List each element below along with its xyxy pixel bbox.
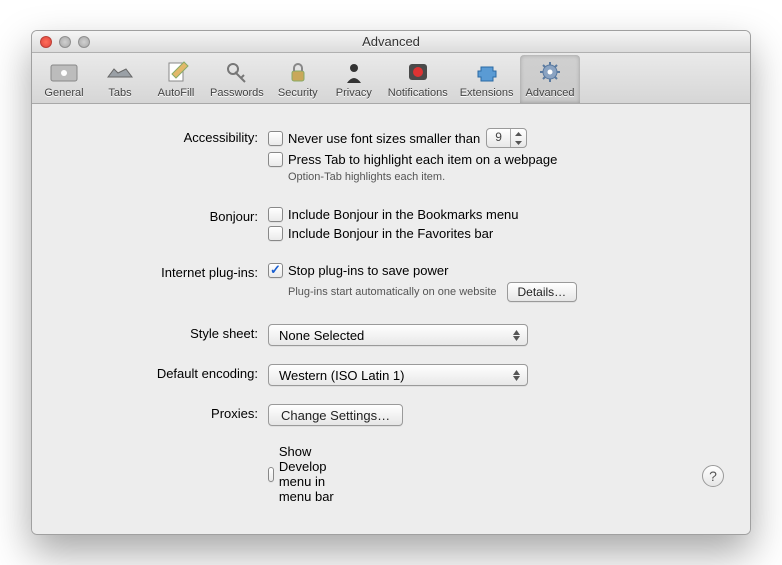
- stylesheet-value: None Selected: [279, 328, 364, 343]
- toolbar-item-autofill[interactable]: AutoFill: [148, 55, 204, 103]
- toolbar-item-advanced[interactable]: Advanced: [520, 55, 581, 103]
- bonjour-favorites-label: Include Bonjour in the Favorites bar: [288, 226, 493, 241]
- autofill-icon: [160, 59, 192, 85]
- toolbar-item-notifications[interactable]: Notifications: [382, 55, 454, 103]
- encoding-value: Western (ISO Latin 1): [279, 368, 404, 383]
- accessibility-hint: Option-Tab highlights each item.: [288, 171, 724, 183]
- select-arrows-icon: [509, 370, 523, 381]
- plugins-label: Internet plug-ins:: [58, 263, 268, 280]
- bonjour-bookmarks-checkbox[interactable]: [268, 207, 283, 222]
- bonjour-bookmarks-label: Include Bonjour in the Bookmarks menu: [288, 207, 519, 222]
- toolbar-item-general[interactable]: General: [36, 55, 92, 103]
- font-size-value: 9: [487, 129, 510, 147]
- toolbar-item-tabs[interactable]: Tabs: [92, 55, 148, 103]
- tabs-icon: [104, 59, 136, 85]
- encoding-label: Default encoding:: [58, 364, 268, 381]
- preferences-window: Advanced General Tabs AutoFill Passwords: [31, 30, 751, 535]
- notifications-icon: [402, 59, 434, 85]
- toolbar-label: Security: [278, 87, 318, 99]
- press-tab-label: Press Tab to highlight each item on a we…: [288, 152, 557, 167]
- toolbar-label: Extensions: [460, 87, 514, 99]
- general-icon: [48, 59, 80, 85]
- stylesheet-select[interactable]: None Selected: [268, 324, 528, 346]
- help-button[interactable]: ?: [702, 465, 724, 487]
- encoding-select[interactable]: Western (ISO Latin 1): [268, 364, 528, 386]
- select-arrows-icon: [509, 330, 523, 341]
- toolbar-item-security[interactable]: Security: [270, 55, 326, 103]
- content-area: Accessibility: Never use font sizes smal…: [32, 104, 750, 534]
- toolbar-label: Passwords: [210, 87, 264, 99]
- window-controls: [32, 36, 90, 48]
- toolbar: General Tabs AutoFill Passwords Security: [32, 53, 750, 104]
- toolbar-item-passwords[interactable]: Passwords: [204, 55, 270, 103]
- never-font-label: Never use font sizes smaller than: [288, 131, 480, 146]
- change-settings-button[interactable]: Change Settings…: [268, 404, 403, 426]
- extensions-icon: [471, 59, 503, 85]
- proxies-label: Proxies:: [58, 404, 268, 421]
- stop-plugins-label: Stop plug-ins to save power: [288, 263, 448, 278]
- bonjour-favorites-checkbox[interactable]: [268, 226, 283, 241]
- never-font-checkbox[interactable]: [268, 131, 283, 146]
- develop-menu-checkbox[interactable]: [268, 467, 274, 482]
- privacy-icon: [338, 59, 370, 85]
- font-size-stepper[interactable]: 9: [486, 128, 527, 148]
- stepper-up-icon[interactable]: [511, 129, 526, 138]
- stylesheet-label: Style sheet:: [58, 324, 268, 341]
- press-tab-checkbox[interactable]: [268, 152, 283, 167]
- details-button[interactable]: Details…: [507, 282, 578, 302]
- toolbar-label: AutoFill: [158, 87, 195, 99]
- toolbar-label: Tabs: [108, 87, 131, 99]
- stop-plugins-checkbox[interactable]: [268, 263, 283, 278]
- toolbar-label: General: [44, 87, 83, 99]
- toolbar-label: Privacy: [336, 87, 372, 99]
- advanced-icon: [534, 59, 566, 85]
- passwords-icon: [221, 59, 253, 85]
- toolbar-label: Advanced: [526, 87, 575, 99]
- toolbar-item-extensions[interactable]: Extensions: [454, 55, 520, 103]
- toolbar-item-privacy[interactable]: Privacy: [326, 55, 382, 103]
- bonjour-label: Bonjour:: [58, 207, 268, 224]
- toolbar-label: Notifications: [388, 87, 448, 99]
- close-icon[interactable]: [40, 36, 52, 48]
- minimize-icon[interactable]: [59, 36, 71, 48]
- stepper-down-icon[interactable]: [511, 138, 526, 147]
- security-icon: [282, 59, 314, 85]
- window-title: Advanced: [32, 34, 750, 49]
- titlebar: Advanced: [32, 31, 750, 53]
- zoom-icon[interactable]: [78, 36, 90, 48]
- plugins-hint: Plug-ins start automatically on one webs…: [288, 286, 497, 298]
- develop-menu-label: Show Develop menu in menu bar: [279, 444, 336, 504]
- accessibility-label: Accessibility:: [58, 128, 268, 145]
